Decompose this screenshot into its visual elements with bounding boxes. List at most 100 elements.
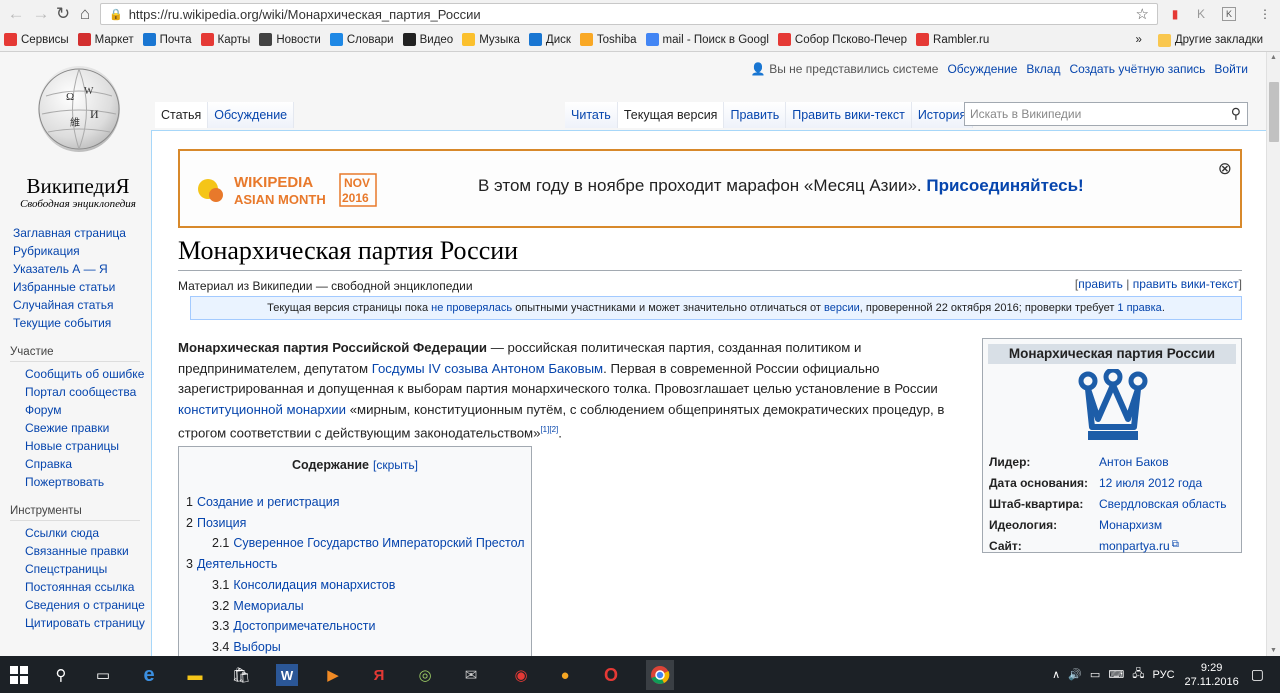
sidebar-item[interactable]: Избранные статьи: [0, 278, 150, 296]
infobox-value-link[interactable]: 12 июля 2012 года: [1099, 476, 1202, 490]
back-icon[interactable]: ←: [5, 3, 27, 25]
word-icon[interactable]: W: [276, 664, 298, 686]
close-icon[interactable]: ⊗: [1218, 159, 1232, 179]
tab-edit-source[interactable]: Править вики-текст: [786, 102, 912, 128]
sidebar-item[interactable]: Новые страницы: [0, 437, 150, 455]
toc-link[interactable]: Суверенное Государство Императорский Пре…: [233, 536, 524, 550]
bookmark-item[interactable]: Rambler.ru: [916, 33, 989, 46]
tab-edit[interactable]: Править: [724, 102, 787, 128]
keyboard-icon[interactable]: ⌨: [1108, 668, 1124, 681]
bookmark-item[interactable]: Словари: [329, 33, 394, 46]
crown-logo-icon[interactable]: [1074, 367, 1152, 445]
search-icon[interactable]: ⚲: [1231, 105, 1241, 122]
tab-article[interactable]: Статья: [155, 102, 209, 128]
talk-link[interactable]: Обсуждение: [947, 62, 1017, 76]
pending-edit-link[interactable]: 1 правка: [1117, 302, 1161, 314]
constitutional-monarchy-link[interactable]: конституционной монархии: [178, 402, 346, 417]
toc-item[interactable]: 1 Создание и регистрация: [186, 495, 340, 509]
sidebar-item[interactable]: Случайная статья: [0, 296, 150, 314]
tab-talk[interactable]: Обсуждение: [208, 102, 295, 128]
forward-icon[interactable]: →: [30, 3, 52, 25]
toc-link[interactable]: Достопримечательности: [233, 619, 375, 633]
infobox-value-link[interactable]: Антон Баков: [1099, 455, 1169, 469]
scroll-thumb[interactable]: [1269, 82, 1279, 142]
game-app-icon[interactable]: ●: [554, 664, 576, 686]
search-icon[interactable]: ⚲: [50, 664, 72, 686]
bookmark-item[interactable]: Музыка: [462, 33, 520, 46]
toc-item[interactable]: 2 Позиция: [186, 516, 246, 530]
file-explorer-icon[interactable]: ▬: [184, 664, 206, 686]
clock[interactable]: 9:29 27.11.2016: [1185, 661, 1239, 689]
start-icon[interactable]: [8, 664, 30, 686]
task-view-icon[interactable]: ▭: [92, 664, 114, 686]
page-scrollbar[interactable]: ▲ ▼: [1266, 52, 1280, 656]
bookmark-item[interactable]: Диск: [528, 33, 571, 46]
toc-item[interactable]: 3.4 Выборы: [212, 640, 281, 654]
language-indicator[interactable]: РУС: [1152, 669, 1174, 681]
sidebar-item[interactable]: Форум: [0, 401, 150, 419]
tray-expand-icon[interactable]: ∧: [1052, 668, 1060, 681]
bookmark-item[interactable]: Маркет: [77, 33, 134, 46]
bookmark-item[interactable]: Toshiba: [579, 33, 637, 46]
toc-item[interactable]: 2.1 Суверенное Государство Императорский …: [212, 536, 525, 550]
bookmarks-more-button[interactable]: »: [1135, 34, 1141, 46]
sidebar-item[interactable]: Постоянная ссылка: [0, 578, 150, 596]
extension-icon[interactable]: K: [1192, 5, 1210, 23]
toc-hide-link[interactable]: [скрыть]: [373, 458, 418, 472]
store-icon[interactable]: 🛍: [230, 664, 252, 686]
toc-link[interactable]: Выборы: [233, 640, 280, 654]
reference-link[interactable]: [1][2]: [540, 425, 558, 434]
bakov-link[interactable]: Антоном Баковым: [492, 361, 603, 376]
sidebar-item[interactable]: Ссылки сюда: [0, 524, 150, 542]
contributions-link[interactable]: Вклад: [1026, 62, 1060, 76]
bookmark-item[interactable]: Видео: [402, 33, 453, 46]
infobox-value-link[interactable]: Свердловская область: [1099, 497, 1226, 511]
toc-item[interactable]: 3.1 Консолидация монархистов: [212, 578, 395, 592]
bookmark-item[interactable]: Почта: [142, 33, 192, 46]
not-checked-link[interactable]: не проверялась: [431, 302, 512, 314]
volume-icon[interactable]: 🔊: [1068, 668, 1082, 681]
login-link[interactable]: Войти: [1214, 62, 1248, 76]
edit-link[interactable]: править: [1078, 277, 1123, 291]
tab-read[interactable]: Читать: [565, 102, 618, 128]
toc-link[interactable]: Создание и регистрация: [197, 495, 340, 509]
bookmark-flag-icon[interactable]: ▮: [1166, 5, 1184, 23]
wikipedia-logo[interactable]: Ω W И 維 ВикипедиЯ Свободная энциклопедия: [14, 66, 142, 210]
search-input[interactable]: Искать в Википедии ⚲: [964, 102, 1248, 126]
home-icon[interactable]: ⌂: [74, 3, 96, 25]
sidebar-item[interactable]: Рубрикация: [0, 242, 150, 260]
infobox-value-link[interactable]: Монархизм: [1099, 518, 1162, 532]
sidebar-item[interactable]: Связанные правки: [0, 542, 150, 560]
bookmark-item[interactable]: mail - Поиск в Googl: [645, 33, 769, 46]
asian-month-logo[interactable]: WIKIPEDIA ASIAN MONTH NOV 2016: [194, 171, 379, 209]
opera-icon[interactable]: O: [600, 664, 622, 686]
create-account-link[interactable]: Создать учётную запись: [1069, 62, 1205, 76]
scroll-up-icon[interactable]: ▲: [1270, 54, 1277, 61]
scroll-down-icon[interactable]: ▼: [1270, 647, 1277, 654]
bookmark-item[interactable]: Новости: [259, 33, 321, 46]
notifications-icon[interactable]: ▢: [1251, 666, 1264, 683]
version-link[interactable]: версии: [824, 302, 860, 314]
extension-window-icon[interactable]: K: [1222, 7, 1236, 21]
duma-link[interactable]: Госдумы IV созыва: [372, 361, 488, 376]
bookmark-item[interactable]: Собор Псково-Печер: [777, 33, 907, 46]
sidebar-item[interactable]: Справка: [0, 455, 150, 473]
banner-join-link[interactable]: Присоединяйтесь!: [926, 176, 1083, 195]
address-bar[interactable]: 🔒 https://ru.wikipedia.org/wiki/Монархич…: [100, 3, 1158, 25]
edit-source-link[interactable]: править вики-текст: [1133, 277, 1239, 291]
toc-link[interactable]: Позиция: [197, 516, 246, 530]
network-icon[interactable]: 🖧: [1132, 665, 1144, 684]
toc-item[interactable]: 3.2 Мемориалы: [212, 599, 304, 613]
bookmark-star-icon[interactable]: ☆: [1136, 5, 1149, 23]
infobox-value-link[interactable]: monpartya.ru: [1099, 539, 1170, 553]
yandex-browser-icon[interactable]: ◉: [510, 664, 532, 686]
sidebar-item[interactable]: Цитировать страницу: [0, 614, 150, 632]
toc-link[interactable]: Мемориалы: [233, 599, 303, 613]
edge-icon[interactable]: e: [138, 664, 160, 686]
sidebar-item[interactable]: Сведения о странице: [0, 596, 150, 614]
bookmark-item[interactable]: Карты: [200, 33, 250, 46]
reload-icon[interactable]: ↻: [52, 3, 74, 25]
sidebar-item[interactable]: Заглавная страница: [0, 224, 150, 242]
menu-icon[interactable]: ⋮: [1256, 5, 1274, 23]
toc-link[interactable]: Деятельность: [197, 557, 277, 571]
